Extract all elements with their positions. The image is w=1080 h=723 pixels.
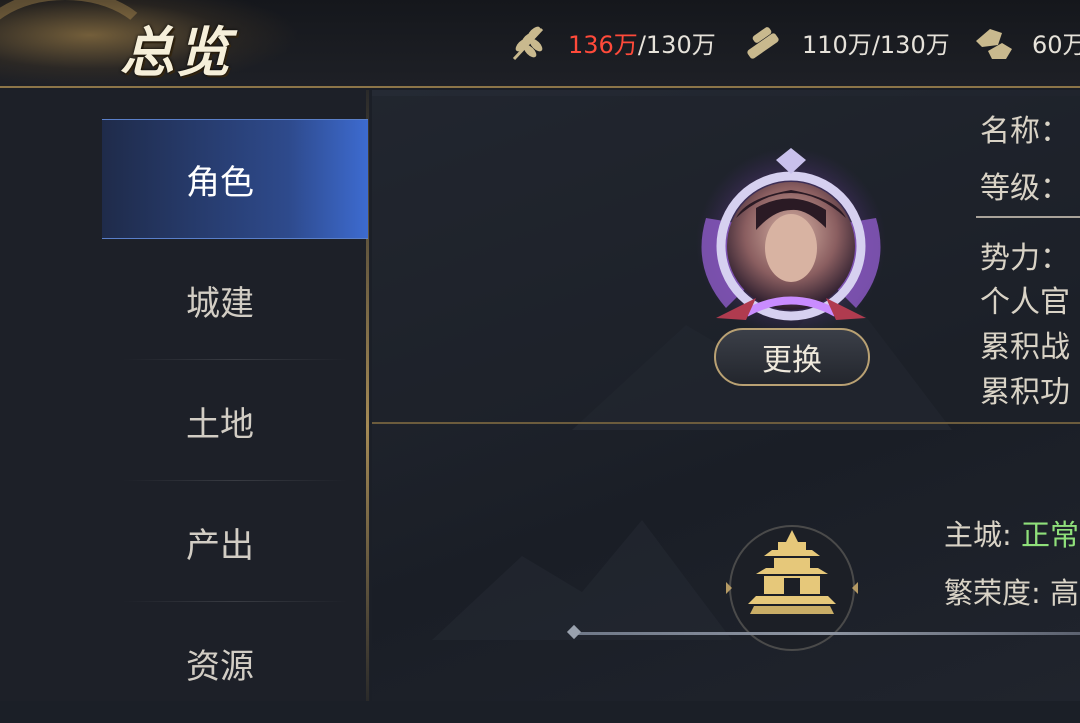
resource-stone[interactable]: 60万 (972, 22, 1080, 62)
resource-wood[interactable]: 110万/130万 (742, 22, 950, 62)
resource-grain[interactable]: 136万/130万 (508, 22, 716, 62)
prosperity-label: 繁荣度: (944, 576, 1050, 610)
merit-total-label: 累积功 (980, 375, 1070, 410)
grain-current: 136万 (568, 30, 638, 59)
sidebar-item-role[interactable]: 角色 (102, 119, 368, 239)
sidebar-item-resources[interactable]: 资源 (102, 603, 368, 723)
main-city-label: 主城: (944, 518, 1021, 552)
sidebar-item-label: 角色 (186, 162, 254, 203)
prosperity-value: 高 (1050, 576, 1080, 610)
sidebar-item-production[interactable]: 产出 (102, 482, 368, 602)
top-bar: 总览 136万/130万 110万/130万 60万 (0, 0, 1080, 88)
sidebar-item-label: 产出 (186, 525, 254, 566)
sidebar-item-label: 城建 (186, 283, 254, 324)
level-label: 等级： (980, 171, 1070, 206)
grain-icon (508, 21, 550, 63)
main-city-status-value: 正常 (1021, 518, 1080, 552)
sidebar-item-city-building[interactable]: 城建 (102, 240, 368, 360)
wood-max: /130万 (871, 30, 950, 59)
grain-max: /130万 (637, 30, 716, 59)
change-avatar-button[interactable]: 更换 (714, 328, 870, 386)
avatar[interactable] (686, 148, 896, 338)
personal-rank-label: 个人官 (980, 285, 1070, 320)
sidebar-item-label: 资源 (186, 646, 254, 687)
main-city-status: 主城: 正常 (944, 512, 1079, 554)
info-divider (976, 216, 1080, 218)
section-divider (570, 632, 1080, 635)
main-city-icon[interactable] (724, 520, 860, 656)
wood-current: 110万 (802, 30, 872, 59)
battle-total-label: 累积战 (980, 330, 1070, 365)
stone-current: 60万 (1032, 30, 1080, 59)
wood-icon (742, 21, 784, 63)
prosperity-status: 繁荣度: 高 (944, 570, 1079, 612)
sidebar-item-land[interactable]: 土地 (102, 361, 368, 481)
sidebar-item-label: 土地 (186, 404, 254, 445)
name-label: 名称： (980, 114, 1070, 149)
stone-icon (972, 21, 1014, 63)
page-title: 总览 (120, 20, 232, 84)
faction-label: 势力： (980, 241, 1070, 276)
